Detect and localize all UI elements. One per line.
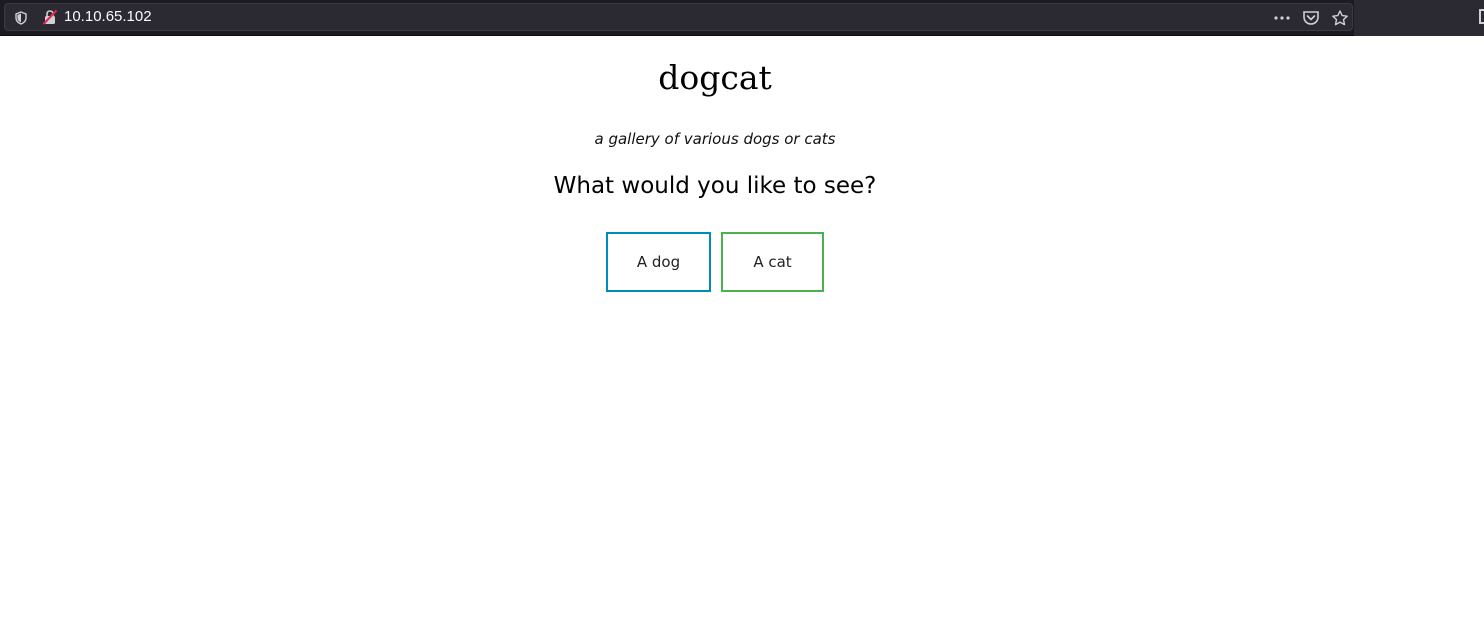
sidebar-icon[interactable] xyxy=(1479,9,1484,24)
url-text[interactable]: 10.10.65.102 xyxy=(64,8,152,26)
page-content: dogcat a gallery of various dogs or cats… xyxy=(0,36,1484,643)
site-tagline: a gallery of various dogs or cats xyxy=(594,130,836,148)
insecure-lock-icon[interactable] xyxy=(42,9,58,25)
dog-button[interactable]: A dog xyxy=(606,232,711,292)
shield-icon[interactable] xyxy=(14,10,28,25)
site-title: dogcat xyxy=(658,58,772,97)
question-heading: What would you like to see? xyxy=(553,173,877,199)
cat-button[interactable]: A cat xyxy=(721,232,824,292)
star-icon[interactable] xyxy=(1331,10,1349,26)
toolbar-overflow-area xyxy=(1354,0,1484,36)
more-icon[interactable] xyxy=(1273,10,1291,26)
browser-toolbar: 10.10.65.102 xyxy=(0,0,1484,36)
pocket-icon[interactable] xyxy=(1302,10,1320,26)
address-bar[interactable]: 10.10.65.102 xyxy=(4,3,1353,31)
